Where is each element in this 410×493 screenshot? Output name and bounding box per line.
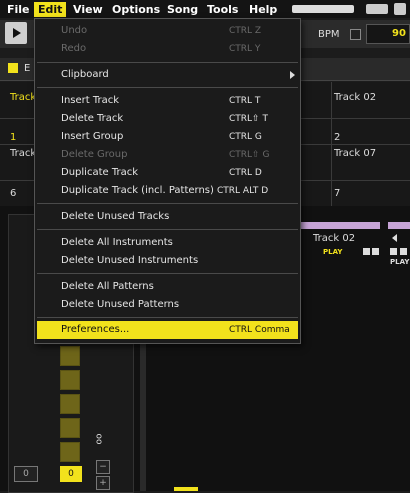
window-control-icon[interactable] [394,3,406,15]
pattern-slot[interactable] [60,442,80,462]
play-label: PLAY [323,248,343,256]
grid-cell[interactable]: Track 02 [334,92,376,103]
menu-tools[interactable]: Tools [203,2,242,17]
pattern-slot[interactable] [60,346,80,366]
play-label: PLAY [390,258,410,266]
menu-item-insert-track[interactable]: Insert Track CTRL T [37,92,298,110]
plus-icon[interactable] [390,248,397,255]
track-color-bar [388,222,410,229]
menu-edit[interactable]: Edit [34,2,67,17]
menu-item-preferences[interactable]: Preferences... CTRL Comma [37,321,298,339]
pattern-slot[interactable] [60,418,80,438]
menu-item-delete-all-patterns[interactable]: Delete All Patterns [37,278,298,296]
bpm-checkbox[interactable] [350,29,361,40]
counter-value[interactable]: 0 [60,466,82,482]
menu-separator [37,62,298,63]
grid-cell[interactable]: Track [10,92,36,103]
menu-item-clipboard[interactable]: Clipboard [37,66,298,84]
menu-help[interactable]: Help [245,2,281,17]
play-button[interactable] [5,22,27,44]
oo-label: oo [94,433,105,445]
menu-item-insert-group[interactable]: Insert Group CTRL G [37,128,298,146]
menu-separator [37,229,298,230]
menu-file[interactable]: File [3,2,34,17]
track-color-bar [300,222,380,229]
position-marker [174,487,198,491]
track-name[interactable]: Track 02 [313,233,355,244]
pattern-slot[interactable] [60,394,80,414]
stepper-input[interactable]: 0 [14,466,38,482]
grid-cell[interactable]: Track [10,148,36,159]
menu-separator [37,203,298,204]
menu-item-duplicate-track-incl-patterns[interactable]: Duplicate Track (incl. Patterns) CTRL ALT… [37,182,298,200]
menu-song[interactable]: Song [163,2,202,17]
tab-label[interactable]: E [24,63,30,74]
menu-item-delete-unused-instruments[interactable]: Delete Unused Instruments [37,252,298,270]
toggle-icon[interactable] [366,4,388,14]
progress-meter [292,5,354,13]
bpm-value[interactable]: 90 [392,28,406,39]
menu-item-delete-unused-tracks[interactable]: Delete Unused Tracks [37,208,298,226]
minus-icon[interactable] [363,248,370,255]
chevron-left-icon[interactable] [392,234,397,242]
menu-item-undo[interactable]: Undo CTRL Z [37,22,298,40]
plus-icon[interactable] [372,248,379,255]
grid-cell[interactable]: 6 [10,188,16,199]
menu-options[interactable]: Options [108,2,164,17]
menu-item-duplicate-track[interactable]: Duplicate Track CTRL D [37,164,298,182]
menu-item-delete-group[interactable]: Delete Group CTRL⇧ G [37,146,298,164]
menu-item-delete-all-instruments[interactable]: Delete All Instruments [37,234,298,252]
chevron-right-icon [290,71,295,79]
grid-icon [8,63,18,73]
menu-item-delete-track[interactable]: Delete Track CTRL⇧ T [37,110,298,128]
grid-cell[interactable]: 2 [334,132,340,143]
grid-divider [331,82,332,206]
menu-view[interactable]: View [69,2,107,17]
menu-separator [37,273,298,274]
menu-item-redo[interactable]: Redo CTRL Y [37,40,298,58]
plus-icon[interactable] [400,248,407,255]
grid-cell[interactable]: 7 [334,188,340,199]
grid-cell[interactable]: 1 [10,132,16,143]
edit-menu: Undo CTRL Z Redo CTRL Y Clipboard Insert T… [34,18,301,344]
grid-cell[interactable]: Track 07 [334,148,376,159]
bpm-label: BPM [318,29,340,40]
menu-item-delete-unused-patterns[interactable]: Delete Unused Patterns [37,296,298,314]
menubar: File Edit View Options Song Tools Help [0,0,410,18]
menu-separator [37,87,298,88]
plus-button[interactable]: + [96,476,110,490]
minus-button[interactable]: − [96,460,110,474]
pattern-slot[interactable] [60,370,80,390]
menu-separator [37,317,298,318]
